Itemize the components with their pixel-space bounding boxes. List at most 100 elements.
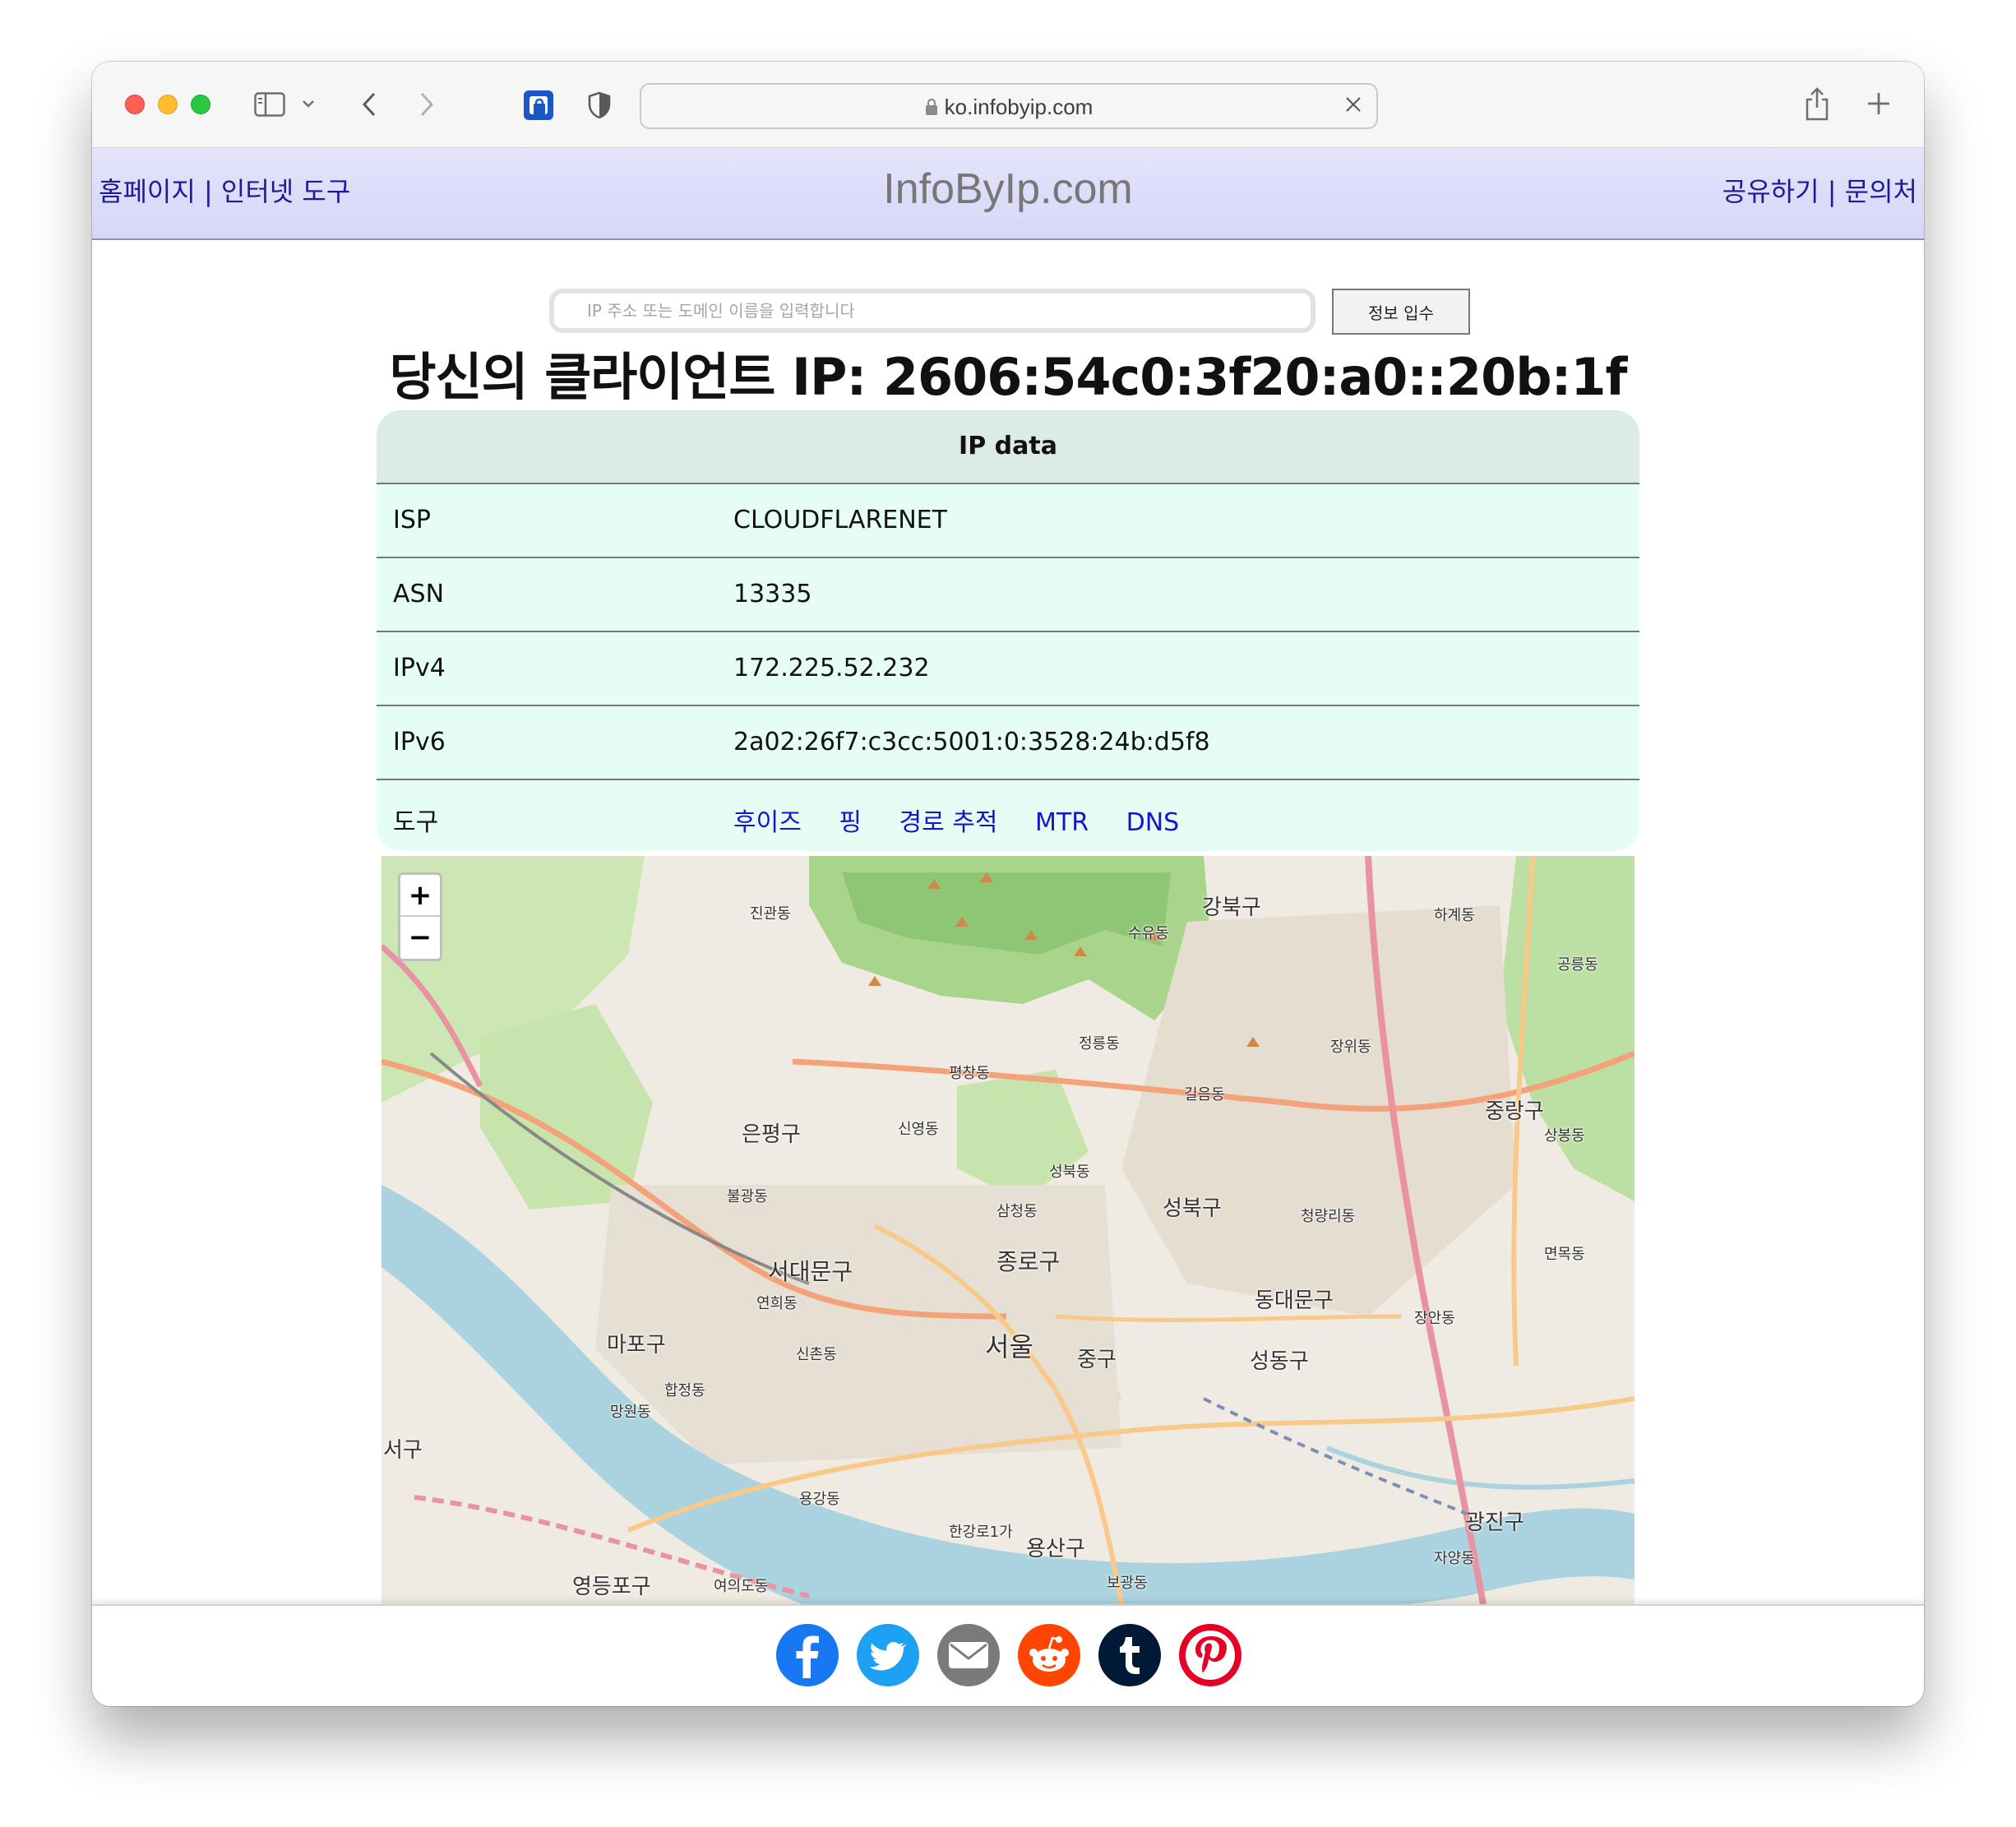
map-label: 합정동 bbox=[664, 1382, 705, 1399]
map-label: 서구 bbox=[383, 1438, 423, 1463]
url-text: ko.infobyip.com bbox=[944, 95, 1094, 119]
url-field[interactable]: ko.infobyip.com bbox=[641, 95, 1376, 122]
zoom-in-button[interactable]: + bbox=[400, 875, 440, 917]
map-label: 진관동 bbox=[750, 905, 791, 923]
location-map[interactable]: + − 강북구 은평구 성북구 종로구 서대문구 동대문구 중랑구 마포구 서울… bbox=[381, 856, 1635, 1604]
map-label: 청량리동 bbox=[1301, 1208, 1356, 1225]
tools-label: 도구 bbox=[393, 808, 439, 837]
lock-icon bbox=[925, 96, 938, 122]
share-icon[interactable] bbox=[1802, 85, 1832, 123]
map-label: 중구 bbox=[1077, 1348, 1117, 1372]
reddit-icon[interactable] bbox=[1018, 1624, 1080, 1686]
forward-icon[interactable] bbox=[414, 90, 439, 119]
map-label: 용산구 bbox=[1026, 1537, 1085, 1561]
site-title[interactable]: InfoByIp.com bbox=[92, 164, 1924, 214]
table-row: ASN 13335 bbox=[377, 558, 1639, 632]
map-label: 광진구 bbox=[1465, 1510, 1524, 1535]
map-label: 정릉동 bbox=[1079, 1035, 1120, 1052]
maximize-window-button[interactable] bbox=[191, 95, 210, 114]
ip-table-title: IP data bbox=[377, 410, 1639, 484]
map-label: 면목동 bbox=[1544, 1246, 1585, 1263]
back-icon[interactable] bbox=[357, 90, 381, 119]
mtr-link[interactable]: MTR bbox=[1035, 808, 1089, 837]
map-tiles[interactable] bbox=[381, 856, 1635, 1604]
map-label: 연희동 bbox=[756, 1295, 798, 1312]
browser-toolbar: ko.infobyip.com bbox=[92, 62, 1924, 148]
minimize-window-button[interactable] bbox=[158, 95, 178, 114]
map-label: 장안동 bbox=[1414, 1310, 1455, 1327]
password-extension-icon[interactable] bbox=[521, 88, 556, 123]
browser-window: ko.infobyip.com 홈페이지 | 인터넷 도구 InfoByIp.c… bbox=[92, 62, 1924, 1706]
map-label: 영등포구 bbox=[572, 1575, 651, 1599]
client-ip-heading: 당신의 클라이언트 IP: 2606:54c0:3f20:a0::20b:1f bbox=[389, 347, 1627, 407]
table-row: IPv6 2a02:26f7:c3cc:5001:0:3528:24b:d5f8 bbox=[377, 706, 1639, 780]
ip-data-table: IP data ISP CLOUDFLARENET ASN 13335 IPv4… bbox=[377, 410, 1639, 851]
address-bar[interactable]: ko.infobyip.com bbox=[640, 83, 1378, 129]
row-key: ASN bbox=[393, 580, 445, 608]
map-label: 삼청동 bbox=[996, 1203, 1038, 1220]
map-zoom-control: + − bbox=[398, 872, 442, 961]
map-label: 수유동 bbox=[1128, 925, 1169, 942]
map-label: 성북동 bbox=[1049, 1163, 1090, 1181]
map-label: 종로구 bbox=[996, 1248, 1061, 1275]
privacy-shield-icon[interactable] bbox=[585, 90, 613, 121]
map-label: 공릉동 bbox=[1557, 956, 1598, 974]
row-value: 13335 bbox=[733, 580, 812, 608]
map-label: 평창동 bbox=[949, 1065, 990, 1082]
map-label: 장위동 bbox=[1330, 1038, 1371, 1056]
nav-right: 공유하기 | 문의처 bbox=[1722, 171, 1917, 209]
tools-links: 후이즈 핑 경로 추적 MTR DNS bbox=[733, 802, 1209, 838]
zoom-out-button[interactable]: − bbox=[400, 917, 440, 959]
twitter-icon[interactable] bbox=[857, 1624, 919, 1686]
row-value: 172.225.52.232 bbox=[733, 654, 930, 682]
map-label: 은평구 bbox=[742, 1122, 801, 1147]
contact-link[interactable]: 문의처 bbox=[1845, 176, 1917, 207]
row-value: 2a02:26f7:c3cc:5001:0:3528:24b:d5f8 bbox=[733, 728, 1210, 756]
table-row: IPv4 172.225.52.232 bbox=[377, 632, 1639, 706]
map-label: 서대문구 bbox=[768, 1258, 853, 1285]
clear-url-icon[interactable] bbox=[1343, 95, 1366, 118]
new-tab-icon[interactable] bbox=[1865, 90, 1893, 118]
map-label: 용강동 bbox=[799, 1491, 840, 1508]
facebook-icon[interactable] bbox=[776, 1624, 839, 1686]
table-row: ISP CLOUDFLARENET bbox=[377, 484, 1639, 558]
tools-row: 도구 후이즈 핑 경로 추적 MTR DNS bbox=[377, 780, 1639, 851]
map-label: 길음동 bbox=[1184, 1086, 1225, 1103]
ping-link[interactable]: 핑 bbox=[839, 808, 862, 837]
map-label: 여의도동 bbox=[714, 1578, 769, 1595]
ip-search-input[interactable] bbox=[549, 289, 1315, 333]
map-label: 한강로1가 bbox=[949, 1524, 1013, 1541]
map-label: 중랑구 bbox=[1485, 1099, 1544, 1124]
pinterest-icon[interactable] bbox=[1179, 1624, 1242, 1686]
dns-link[interactable]: DNS bbox=[1126, 808, 1180, 837]
map-label: 강북구 bbox=[1202, 895, 1261, 920]
whois-link[interactable]: 후이즈 bbox=[733, 808, 802, 837]
nav-separator: | bbox=[1827, 176, 1837, 207]
map-label: 하계동 bbox=[1434, 907, 1475, 924]
map-label: 자양동 bbox=[1434, 1550, 1475, 1567]
sidebar-icon[interactable] bbox=[253, 91, 286, 118]
site-header: 홈페이지 | 인터넷 도구 InfoByIp.com 공유하기 | 문의처 bbox=[92, 148, 1924, 240]
row-value: CLOUDFLARENET bbox=[733, 506, 947, 534]
share-link[interactable]: 공유하기 bbox=[1722, 176, 1819, 207]
map-label: 성동구 bbox=[1250, 1349, 1309, 1374]
get-info-button[interactable]: 정보 입수 bbox=[1332, 289, 1470, 335]
traceroute-link[interactable]: 경로 추적 bbox=[899, 808, 998, 837]
email-icon[interactable] bbox=[937, 1624, 1000, 1686]
row-key: IPv6 bbox=[393, 728, 446, 756]
map-label: 불광동 bbox=[727, 1188, 768, 1205]
chevron-down-icon[interactable] bbox=[299, 95, 317, 113]
map-label: 성북구 bbox=[1163, 1196, 1222, 1221]
close-window-button[interactable] bbox=[125, 95, 145, 114]
row-key: IPv4 bbox=[393, 654, 446, 682]
map-label: 동대문구 bbox=[1255, 1288, 1334, 1313]
map-label: 보광동 bbox=[1107, 1575, 1148, 1592]
map-label: 서울 bbox=[985, 1331, 1033, 1362]
map-label: 신영동 bbox=[898, 1121, 939, 1138]
map-label: 망원동 bbox=[610, 1404, 651, 1421]
tumblr-icon[interactable] bbox=[1098, 1624, 1161, 1686]
map-label: 신촌동 bbox=[796, 1346, 837, 1363]
share-bar bbox=[92, 1604, 1924, 1706]
map-label: 상봉동 bbox=[1544, 1127, 1585, 1145]
map-label: 마포구 bbox=[607, 1333, 666, 1358]
